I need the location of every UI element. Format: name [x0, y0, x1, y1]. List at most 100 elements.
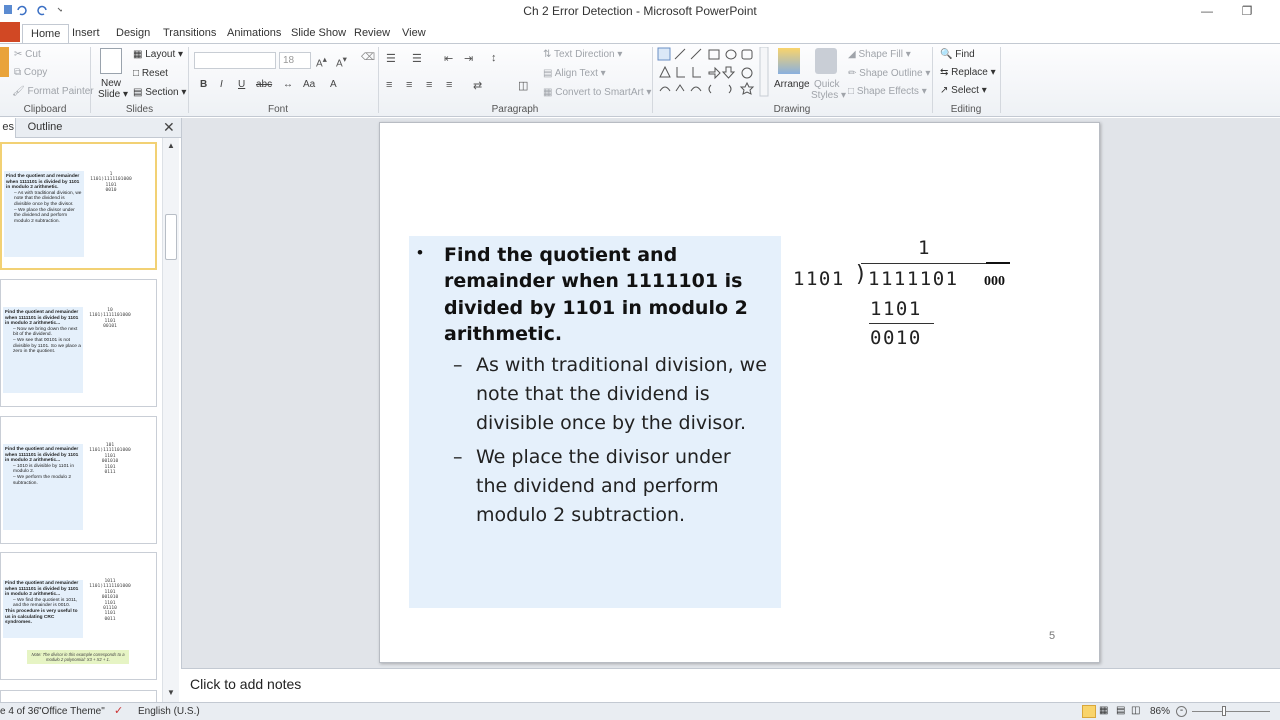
reading-view-icon[interactable]: ▤	[1116, 705, 1125, 716]
scroll-thumb[interactable]	[165, 214, 177, 260]
change-case-icon[interactable]: Aa	[303, 79, 315, 90]
scroll-down-icon[interactable]: ▼	[167, 688, 175, 697]
minimize-button[interactable]: —	[1192, 3, 1222, 19]
clipboard-group-label: Clipboard	[23, 104, 67, 115]
theme-name[interactable]: "Office Theme"	[38, 706, 105, 717]
spelling-check-icon[interactable]: ✓	[114, 704, 123, 717]
align-text-button[interactable]: ▤ Align Text ▾	[543, 68, 606, 79]
new-slide-button-label2[interactable]: Slide ▾	[98, 89, 128, 100]
align-center-icon[interactable]: ≡	[406, 79, 412, 91]
columns-icon[interactable]: ◫	[518, 79, 528, 92]
normal-view-icon[interactable]	[1082, 705, 1096, 718]
clear-formatting-icon[interactable]: ⌫	[361, 52, 375, 63]
zoom-out-icon[interactable]: -	[1176, 706, 1187, 717]
font-size-combo[interactable]: 18	[279, 52, 311, 69]
tab-slides[interactable]: es	[0, 118, 16, 138]
grow-font-icon[interactable]: A▴	[316, 54, 327, 69]
line-spacing-icon[interactable]: ↕	[491, 52, 497, 64]
bold-button[interactable]: B	[200, 79, 207, 90]
numbering-icon[interactable]: ☰	[412, 52, 422, 65]
shrink-font-icon[interactable]: A▾	[336, 54, 347, 69]
window-title: Ch 2 Error Detection - Microsoft PowerPo…	[523, 4, 757, 18]
slide-thumbnail[interactable]: Find the quotient and remainder when 111…	[0, 142, 157, 270]
tab-view[interactable]: View	[394, 24, 434, 44]
slide-thumbnail[interactable]: Find the quotient and remainder when 111…	[0, 552, 157, 680]
text-direction-button[interactable]: ⇅ Text Direction ▾	[543, 49, 622, 60]
paste-icon[interactable]	[0, 47, 9, 77]
new-slide-button[interactable]: New	[101, 78, 121, 89]
underline-button[interactable]: U	[238, 79, 245, 90]
align-right-icon[interactable]: ≡	[426, 79, 432, 91]
font-color-icon[interactable]: A	[330, 79, 337, 90]
shape-outline-button[interactable]: ✏ Shape Outline ▾	[848, 68, 930, 79]
italic-button[interactable]: I	[220, 79, 223, 90]
quick-styles-button[interactable]: Quick	[814, 79, 840, 90]
zoom-slider[interactable]	[1192, 711, 1270, 712]
thumb-bullet: We place the divisor under the dividend …	[14, 207, 75, 224]
character-spacing-icon[interactable]: ↔	[283, 79, 293, 90]
tab-animations[interactable]: Animations	[219, 24, 289, 44]
tab-design[interactable]: Design	[108, 24, 158, 44]
copy-button[interactable]: ⧉ Copy	[14, 67, 47, 78]
quotient: 1	[918, 237, 930, 259]
slide-number: 5	[1049, 630, 1056, 642]
find-button[interactable]: 🔍 Find	[940, 49, 975, 60]
close-pane-icon[interactable]: ✕	[163, 119, 175, 136]
tab-home[interactable]: Home	[22, 24, 70, 44]
padding-zeros: 000	[984, 274, 1005, 289]
select-button[interactable]: ↗ Select ▾	[940, 85, 987, 96]
sub-bullet-dash: –	[453, 446, 463, 468]
align-left-icon[interactable]: ≡	[386, 79, 392, 91]
arrange-icon[interactable]	[778, 48, 800, 74]
tab-insert[interactable]: Insert	[64, 24, 108, 44]
convert-smartart-button[interactable]: ▦ Convert to SmartArt ▾	[543, 87, 651, 98]
justify-icon[interactable]: ≡	[446, 79, 452, 91]
bullets-icon[interactable]: ☰	[386, 52, 396, 65]
new-slide-icon[interactable]	[100, 48, 122, 74]
font-group-label: Font	[267, 104, 288, 115]
shape-fill-button[interactable]: ◢ Shape Fill ▾	[848, 49, 911, 60]
thumbnails-scrollbar[interactable]: ▲ ▼	[162, 138, 179, 702]
thumb-division: 101 1101)1111101000 1101 001010 1101 0111	[89, 443, 131, 476]
thumb-bullet: Now we bring down the next bit of the di…	[13, 326, 78, 338]
shapes-gallery[interactable]	[657, 47, 769, 97]
format-painter-button[interactable]: 🖌 Format Painter	[12, 86, 94, 97]
slide-thumbnail-partial[interactable]	[0, 690, 157, 702]
zoom-slider-thumb[interactable]	[1222, 706, 1226, 716]
main-bullet-text: Find the quotient and remainder when 111…	[444, 244, 748, 346]
reset-button[interactable]: □ Reset	[133, 68, 168, 79]
notes-pane[interactable]: Click to add notes	[181, 668, 1280, 702]
thumb-bullet: We see that 00101 is not divisible by 11…	[13, 337, 81, 355]
tab-review[interactable]: Review	[346, 24, 398, 44]
language-indicator[interactable]: English (U.S.)	[138, 706, 200, 717]
layout-button[interactable]: ▦ Layout ▾	[133, 49, 183, 60]
section-button[interactable]: ▤ Section ▾	[133, 87, 186, 98]
maximize-button[interactable]: ❐	[1232, 3, 1262, 19]
thumb-note: Note: The divisor in this example corres…	[27, 650, 129, 664]
pane-tabs: es Outline ✕	[0, 118, 181, 138]
cut-button[interactable]: ✂ Cut	[14, 49, 41, 60]
tab-slide-show[interactable]: Slide Show	[283, 24, 354, 44]
arrange-button[interactable]: Arrange	[774, 79, 810, 90]
slide-thumbnail[interactable]: Find the quotient and remainder when 111…	[0, 416, 157, 544]
shape-effects-button[interactable]: □ Shape Effects ▾	[848, 86, 927, 97]
quick-styles-button-label2[interactable]: Styles ▾	[811, 90, 846, 101]
tab-outline[interactable]: Outline	[20, 118, 70, 138]
increase-indent-icon[interactable]: ⇥	[464, 52, 473, 65]
paragraph-group-label: Paragraph	[491, 104, 539, 115]
strikethrough-button[interactable]: abc	[256, 79, 272, 90]
text-direction-rtl-icon[interactable]: ⇄	[473, 79, 482, 92]
file-tab[interactable]	[0, 22, 20, 42]
tab-transitions[interactable]: Transitions	[155, 24, 224, 44]
scroll-up-icon[interactable]: ▲	[167, 141, 175, 150]
decrease-indent-icon[interactable]: ⇤	[444, 52, 453, 65]
divisor: 1101	[793, 268, 845, 290]
quick-styles-icon[interactable]	[815, 48, 837, 74]
slideshow-view-icon[interactable]: ◫	[1131, 705, 1140, 716]
font-family-combo[interactable]	[194, 52, 276, 69]
slide-thumbnail[interactable]: Find the quotient and remainder when 111…	[0, 279, 157, 407]
slide-sorter-icon[interactable]: ▦	[1099, 705, 1108, 716]
zoom-level[interactable]: 86%	[1150, 706, 1170, 717]
replace-button[interactable]: ⇆ Replace ▾	[940, 67, 996, 78]
editing-group-label: Editing	[950, 104, 982, 115]
